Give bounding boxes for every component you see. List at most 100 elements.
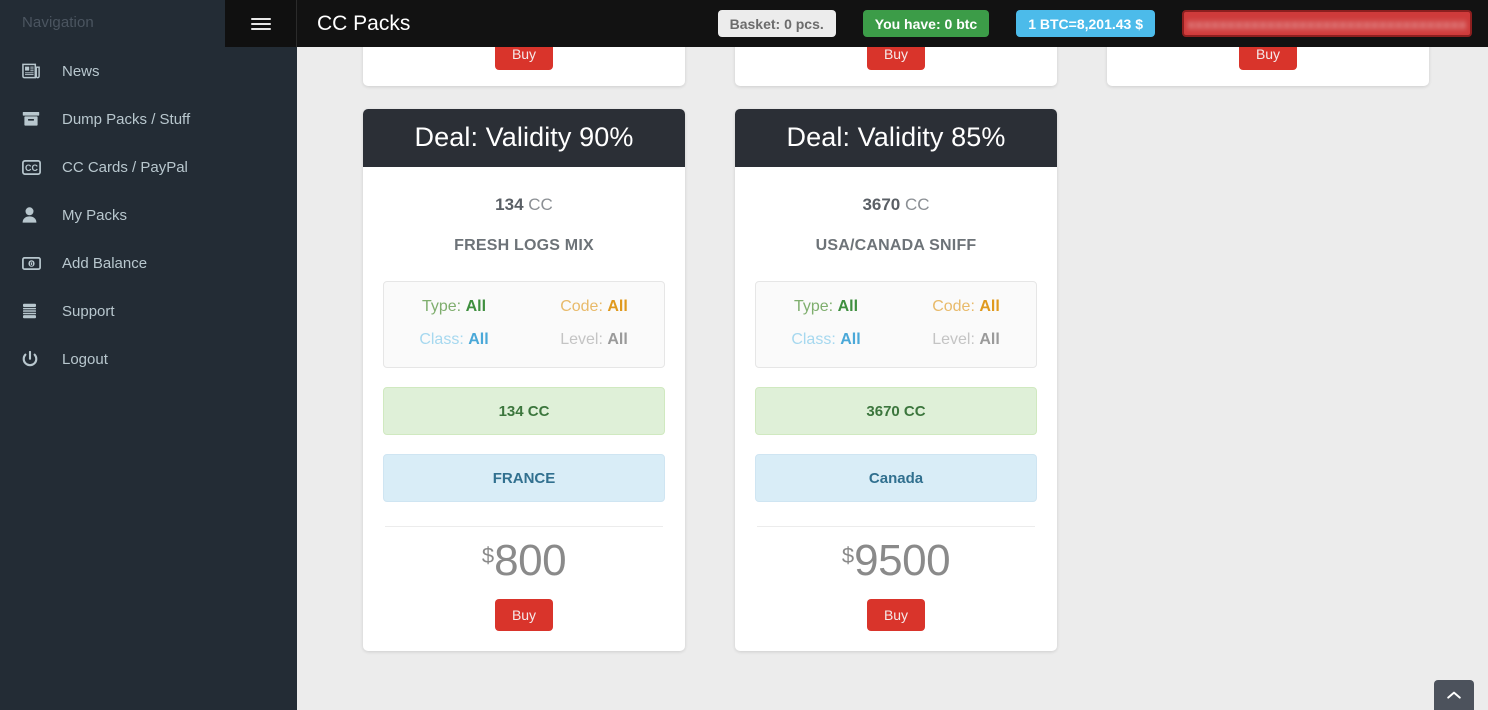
pack-card-body: 134 CC FRESH LOGS MIX Type: All Code: Al…	[363, 167, 685, 651]
cc-count-number: 3670	[862, 195, 901, 214]
attr-code-label: Code:	[932, 298, 975, 315]
attr-class: Class: All	[756, 331, 896, 349]
buy-button[interactable]: Buy	[866, 47, 926, 70]
sidebar-item-label: My Packs	[62, 206, 128, 224]
sidebar-item-add-balance[interactable]: 0 Add Balance	[0, 239, 225, 287]
header-bar: CC Packs Basket: 0 pcs. You have: 0 btc …	[225, 0, 1488, 47]
attr-code-value: All	[607, 298, 628, 315]
money-bill-icon: 0	[22, 254, 48, 272]
pack-card: Deal: Validity 90% 134 CC FRESH LOGS MIX…	[363, 109, 685, 651]
attr-class-label: Class:	[791, 331, 836, 348]
sidebar-item-dump-packs[interactable]: Dump Packs / Stuff	[0, 95, 225, 143]
attr-code: Code: All	[896, 298, 1036, 316]
redacted-notice-badge[interactable]: xxxxxxxxxxxxxxxxxxxxxxxxxxxxxxxxxxx	[1182, 10, 1472, 37]
sidebar: Navigation News Dump Packs / Stuff CC CC…	[0, 0, 297, 710]
buy-button[interactable]: Buy	[494, 599, 554, 631]
scroll-to-top-button[interactable]	[1434, 680, 1474, 710]
attr-class: Class: All	[384, 331, 524, 349]
sidebar-item-my-packs[interactable]: My Packs	[0, 191, 225, 239]
attr-type-label: Type:	[421, 298, 462, 315]
attr-level-value: All	[607, 331, 628, 348]
app-root: Navigation News Dump Packs / Stuff CC CC…	[0, 0, 1488, 710]
balance-badge[interactable]: You have: 0 btc	[862, 10, 990, 37]
price-amount: 9500	[854, 536, 951, 585]
card-divider	[385, 526, 663, 527]
sidebar-inner: Navigation News Dump Packs / Stuff CC CC…	[0, 0, 225, 710]
redacted-notice-text: xxxxxxxxxxxxxxxxxxxxxxxxxxxxxxxxxxx	[1187, 15, 1467, 32]
sidebar-item-label: Logout	[62, 350, 108, 368]
basket-badge[interactable]: Basket: 0 pcs.	[717, 10, 836, 37]
country-pill[interactable]: Canada	[755, 454, 1037, 502]
header-badges: Basket: 0 pcs. You have: 0 btc 1 BTC=8,2…	[717, 10, 1488, 37]
buy-button-wrap: Buy	[1107, 47, 1429, 90]
cc-icon: CC	[22, 158, 48, 176]
pack-card-partial: Buy	[735, 47, 1057, 86]
price: $9500	[755, 539, 1037, 583]
sidebar-item-news[interactable]: News	[0, 47, 225, 95]
pack-card-title: Deal: Validity 85%	[735, 109, 1057, 167]
attr-level: Level: All	[524, 331, 664, 349]
attr-type: Type: All	[384, 298, 524, 316]
hamburger-bar	[250, 22, 271, 25]
card-row-partial: Buy Buy Buy	[363, 47, 1429, 86]
sidebar-item-label: Add Balance	[62, 254, 148, 272]
svg-text:CC: CC	[25, 163, 38, 173]
newspaper-icon	[22, 62, 48, 80]
attr-type-value: All	[465, 298, 487, 315]
country-pill[interactable]: FRANCE	[383, 454, 665, 502]
server-icon	[22, 302, 48, 320]
attr-type: Type: All	[756, 298, 896, 316]
sidebar-item-label: Dump Packs / Stuff	[62, 110, 191, 128]
pack-attributes: Type: All Code: All Class: All Level: Al…	[383, 281, 665, 368]
price-currency: $	[481, 543, 495, 568]
sidebar-item-support[interactable]: Support	[0, 287, 225, 335]
sidebar-nav-list: News Dump Packs / Stuff CC CC Cards / Pa…	[0, 47, 225, 383]
pack-name: USA/CANADA SNIFF	[815, 237, 977, 254]
price-amount: 800	[494, 536, 567, 585]
user-icon	[22, 206, 48, 224]
pack-card-partial: Buy	[1107, 47, 1429, 86]
pack-attributes: Type: All Code: All Class: All Level: Al…	[755, 281, 1037, 368]
attr-level-label: Level:	[560, 331, 603, 348]
card-divider	[757, 526, 1035, 527]
quantity-pill[interactable]: 3670 CC	[755, 387, 1037, 435]
sidebar-item-cc-cards[interactable]: CC CC Cards / PayPal	[0, 143, 225, 191]
attr-level-value: All	[979, 331, 1000, 348]
hamburger-bar	[250, 17, 271, 20]
attr-code: Code: All	[524, 298, 664, 316]
chevron-up-icon	[1447, 691, 1461, 700]
attr-code-label: Code:	[560, 298, 603, 315]
hamburger-icon[interactable]	[225, 0, 297, 47]
cc-count: 3670 CC	[755, 195, 1037, 215]
price-currency: $	[841, 543, 855, 568]
quantity-pill[interactable]: 134 CC	[383, 387, 665, 435]
attr-class-value: All	[840, 331, 861, 348]
sidebar-item-label: CC Cards / PayPal	[62, 158, 188, 176]
page-title: CC Packs	[317, 11, 411, 35]
attr-type-label: Type:	[793, 298, 834, 315]
btc-rate-badge[interactable]: 1 BTC=8,201.43 $	[1016, 10, 1155, 37]
buy-button[interactable]: Buy	[494, 47, 554, 70]
card-row: Deal: Validity 90% 134 CC FRESH LOGS MIX…	[363, 109, 1057, 651]
sidebar-item-logout[interactable]: Logout	[0, 335, 225, 383]
attr-level: Level: All	[896, 331, 1036, 349]
sidebar-title: Navigation	[22, 14, 94, 31]
power-off-icon	[22, 350, 48, 368]
pack-name: FRESH LOGS MIX	[454, 237, 594, 254]
buy-button-wrap: Buy	[755, 583, 1037, 651]
attr-class-value: All	[468, 331, 489, 348]
price: $800	[383, 539, 665, 583]
buy-button-wrap: Buy	[383, 583, 665, 651]
buy-button[interactable]: Buy	[1238, 47, 1298, 70]
cc-count-unit: CC	[905, 195, 930, 214]
sidebar-item-label: Support	[62, 302, 115, 320]
cc-count-unit: CC	[528, 195, 553, 214]
pack-card-title: Deal: Validity 90%	[363, 109, 685, 167]
main-content: Buy Buy Buy Deal: Validity 90% 134 CC FR…	[297, 47, 1488, 710]
attr-class-label: Class:	[419, 331, 464, 348]
pack-card: Deal: Validity 85% 3670 CC USA/CANADA SN…	[735, 109, 1057, 651]
buy-button[interactable]: Buy	[866, 599, 926, 631]
attr-level-label: Level:	[932, 331, 975, 348]
attr-code-value: All	[979, 298, 1000, 315]
pack-card-partial: Buy	[363, 47, 685, 86]
